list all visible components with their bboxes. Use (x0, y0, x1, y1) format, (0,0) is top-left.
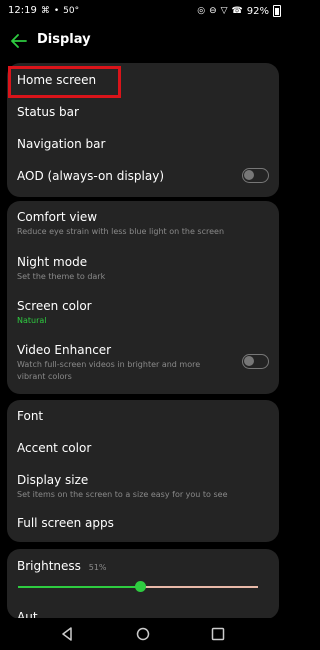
notification-icon-2: • (53, 5, 60, 16)
item-subtitle: Set items on the screen to a size easy f… (17, 490, 228, 499)
back-triangle-icon[interactable] (59, 626, 75, 642)
recent-apps-square-icon[interactable] (210, 626, 226, 642)
settings-card-text: Font Accent color Display size Set items… (7, 400, 279, 542)
accent-color-item[interactable]: Accent color (7, 432, 279, 464)
item-subtitle: Watch full-screen videos in brighter and… (17, 360, 201, 381)
item-subtitle: Set the theme to dark (17, 272, 106, 281)
item-title: Full screen apps (17, 516, 114, 530)
home-circle-icon[interactable] (135, 626, 151, 642)
battery-icon (273, 5, 281, 17)
brightness-title: Brightness (17, 559, 81, 573)
temperature: 50° (63, 5, 80, 16)
slider-track-filled (18, 586, 141, 588)
comfort-view-item[interactable]: Comfort view Reduce eye strain with less… (7, 201, 279, 244)
brightness-item: Brightness 51% (7, 549, 279, 599)
brightness-label: Brightness 51% (17, 559, 107, 573)
aod-item[interactable]: AOD (always-on display) (7, 160, 279, 194)
status-bar-item[interactable]: Status bar (7, 96, 279, 128)
item-subtitle: Natural (17, 316, 47, 325)
night-mode-item[interactable]: Night mode Set the theme to dark (7, 245, 279, 288)
auto-brightness-item[interactable]: Aut (7, 599, 279, 619)
item-title: Font (17, 409, 44, 423)
display-size-item[interactable]: Display size Set items on the screen to … (7, 464, 279, 508)
brightness-slider[interactable] (18, 581, 258, 592)
brightness-value: 51% (88, 563, 107, 572)
item-title: Comfort view (17, 210, 98, 224)
status-right: ◎ ⊖ ▽ ☎ 92% (197, 5, 281, 17)
item-title: Status bar (17, 105, 79, 119)
app-header: Display (0, 22, 285, 60)
video-enhancer-toggle[interactable] (242, 354, 269, 369)
item-title: Screen color (17, 299, 92, 313)
notification-icon-1: ⌘ (40, 5, 50, 16)
back-arrow-icon[interactable] (8, 31, 30, 51)
settings-card-general: Home screen Status bar Navigation bar AO… (7, 63, 279, 197)
video-enhancer-item[interactable]: Video Enhancer Watch full-screen videos … (7, 333, 279, 393)
wifi-icon: ▽ (220, 6, 228, 16)
status-left: 12:19 ⌘ • 50° (8, 5, 79, 16)
system-nav-bar (0, 618, 285, 650)
status-time: 12:19 (8, 5, 37, 16)
item-title: Accent color (17, 441, 92, 455)
font-item[interactable]: Font (7, 400, 279, 432)
battery-percent: 92% (246, 5, 269, 17)
item-title: Navigation bar (17, 137, 106, 151)
screen-color-item[interactable]: Screen color Natural (7, 289, 279, 332)
item-title: AOD (always-on display) (17, 169, 164, 183)
navigation-bar-item[interactable]: Navigation bar (7, 128, 279, 160)
item-title: Night mode (17, 255, 88, 269)
item-title: Video Enhancer (17, 343, 112, 357)
slider-track-empty (140, 586, 258, 588)
item-subtitle: Reduce eye strain with less blue light o… (17, 227, 225, 236)
item-title: Home screen (17, 73, 97, 87)
do-not-disturb-icon: ⊖ (209, 6, 217, 16)
aod-toggle[interactable] (242, 168, 269, 183)
status-icon-1: ◎ (197, 6, 206, 16)
signal-icon: ☎ (231, 6, 243, 16)
full-screen-apps-item[interactable]: Full screen apps (7, 508, 279, 542)
item-title: Display size (17, 473, 89, 487)
page-title: Display (37, 32, 91, 47)
settings-card-visual: Comfort view Reduce eye strain with less… (7, 201, 279, 394)
toggle-knob (244, 170, 254, 180)
home-screen-item[interactable]: Home screen (7, 63, 279, 96)
status-bar: 12:19 ⌘ • 50° ◎ ⊖ ▽ ☎ 92% (0, 0, 285, 22)
toggle-knob (244, 356, 254, 366)
